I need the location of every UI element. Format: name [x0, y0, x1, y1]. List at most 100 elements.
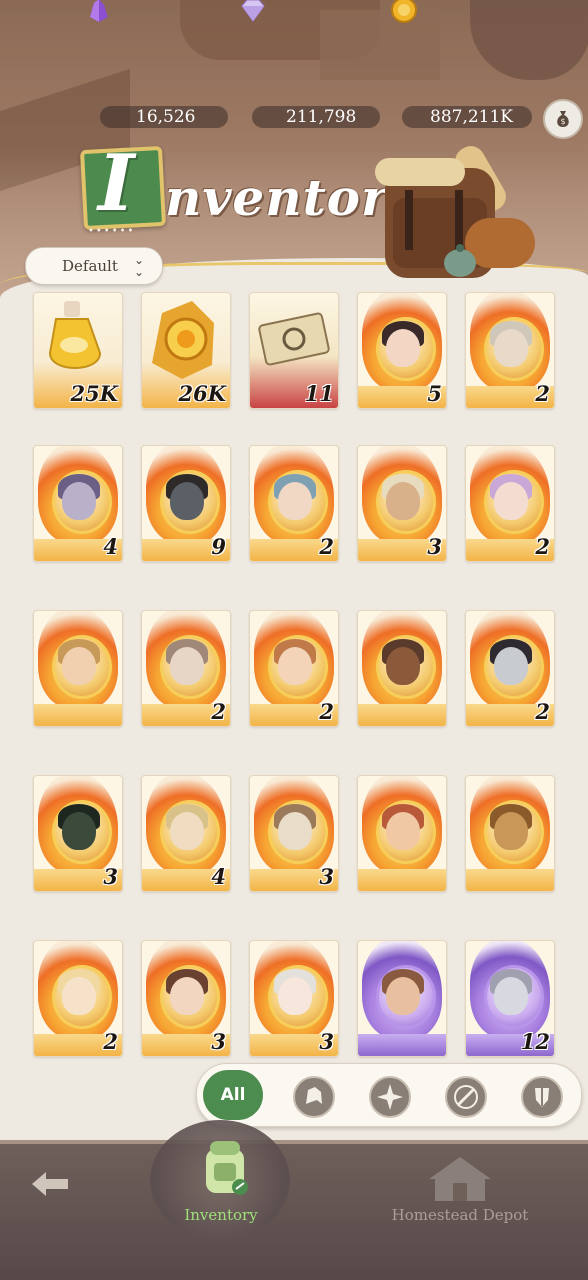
hero-card[interactable]	[33, 610, 123, 727]
sort-dropdown[interactable]: Default ⌄ ⌄	[25, 247, 163, 285]
hero-card[interactable]: 2	[249, 610, 339, 727]
filter-all-button[interactable]: All	[203, 1070, 263, 1120]
hero-card[interactable]: 2	[465, 292, 555, 409]
item-quantity: 3	[211, 1029, 226, 1054]
item-card[interactable]: 26K	[141, 292, 231, 409]
nav-inventory-tab[interactable]: Inventory	[175, 1206, 267, 1224]
currency-diamond[interactable]: 211,798	[252, 106, 380, 128]
item-quantity: 2	[319, 699, 334, 724]
hero-card[interactable]	[357, 610, 447, 727]
item-quantity: 4	[211, 864, 226, 889]
currency-crystal[interactable]: 16,526	[100, 106, 228, 128]
back-button[interactable]	[28, 1168, 72, 1209]
item-quantity: 26K	[178, 381, 226, 406]
item-quantity: 2	[211, 699, 226, 724]
title-initial: I	[98, 138, 135, 229]
money-bag-button[interactable]: $	[543, 99, 583, 139]
hero-card[interactable]	[357, 775, 447, 892]
hero-portrait	[386, 977, 420, 1015]
hero-portrait	[170, 812, 204, 850]
filter-mage-button[interactable]	[369, 1076, 411, 1118]
nav-homestead-depot-tab[interactable]: Homestead Depot	[390, 1206, 530, 1224]
hero-card[interactable]	[465, 775, 555, 892]
item-quantity: 4	[103, 534, 118, 559]
gold-coin-icon	[391, 0, 417, 23]
hero-portrait	[170, 482, 204, 520]
item-card[interactable]: 11	[249, 292, 339, 409]
svg-text:$: $	[560, 117, 565, 126]
item-quantity: 2	[319, 534, 334, 559]
hero-portrait	[62, 482, 96, 520]
item-quantity: 3	[319, 1029, 334, 1054]
homestead-depot-icon[interactable]	[425, 1155, 495, 1203]
item-quantity: 3	[319, 864, 334, 889]
hero-portrait	[386, 329, 420, 367]
hero-card[interactable]: 2	[33, 940, 123, 1057]
inventory-tab-icon[interactable]	[200, 1137, 250, 1199]
hero-card[interactable]	[357, 940, 447, 1057]
chevron-double-down-icon: ⌄ ⌄	[134, 253, 145, 279]
backpack-icon	[375, 146, 535, 278]
filter-warrior-button[interactable]	[293, 1076, 335, 1118]
sort-label: Default	[62, 257, 118, 275]
crossed-blades-icon	[454, 1085, 478, 1109]
hero-card[interactable]: 5	[357, 292, 447, 409]
purple-crystal-icon	[90, 0, 108, 22]
item-quantity: 3	[103, 864, 118, 889]
shield-sword-icon	[535, 1086, 549, 1107]
hero-card[interactable]: 2	[465, 610, 555, 727]
gold-amount: 887,211K	[430, 107, 513, 127]
hero-card[interactable]: 3	[141, 940, 231, 1057]
diamond-icon	[241, 0, 265, 22]
hero-portrait	[386, 647, 420, 685]
potion-bottle-icon	[48, 301, 102, 369]
item-quantity: 9	[211, 534, 226, 559]
hero-portrait	[62, 647, 96, 685]
filter-support-button[interactable]	[445, 1076, 487, 1118]
hero-card[interactable]: 3	[249, 940, 339, 1057]
item-quantity: 2	[535, 699, 550, 724]
hero-portrait	[62, 977, 96, 1015]
item-quantity: 11	[304, 381, 334, 406]
hero-card[interactable]: 3	[249, 775, 339, 892]
diamond-amount: 211,798	[286, 107, 357, 127]
item-quantity: 5	[427, 381, 442, 406]
item-card[interactable]: 25K	[33, 292, 123, 409]
hero-card[interactable]: 2	[465, 445, 555, 562]
hero-card[interactable]: 2	[249, 445, 339, 562]
hero-card[interactable]: 3	[33, 775, 123, 892]
hero-portrait	[278, 812, 312, 850]
hero-portrait	[494, 647, 528, 685]
item-quantity: 2	[535, 534, 550, 559]
hero-portrait	[278, 482, 312, 520]
hero-portrait	[278, 647, 312, 685]
warrior-helmet-icon	[306, 1087, 322, 1104]
hero-portrait	[62, 812, 96, 850]
hero-card[interactable]: 9	[141, 445, 231, 562]
hero-card[interactable]: 4	[33, 445, 123, 562]
filter-bar: All	[196, 1063, 582, 1127]
item-quantity: 2	[535, 381, 550, 406]
hero-card[interactable]: 4	[141, 775, 231, 892]
hero-portrait	[170, 977, 204, 1015]
hero-portrait	[494, 329, 528, 367]
compass-star-icon	[377, 1084, 403, 1110]
hero-card[interactable]: 3	[357, 445, 447, 562]
hero-portrait	[494, 977, 528, 1015]
item-quantity: 2	[103, 1029, 118, 1054]
crystal-amount: 16,526	[136, 107, 196, 127]
hero-portrait	[170, 647, 204, 685]
currency-gold[interactable]: 887,211K	[402, 106, 532, 128]
title-dots: ••••••	[88, 226, 136, 237]
item-quantity: 12	[520, 1029, 550, 1054]
hero-card[interactable]: 12	[465, 940, 555, 1057]
back-arrow-icon	[32, 1172, 68, 1196]
item-quantity: 25K	[70, 381, 118, 406]
hero-portrait	[386, 482, 420, 520]
hero-card[interactable]: 2	[141, 610, 231, 727]
hero-portrait	[494, 812, 528, 850]
hero-portrait	[386, 812, 420, 850]
hero-portrait	[494, 482, 528, 520]
filter-tank-button[interactable]	[521, 1076, 563, 1118]
item-quantity: 3	[427, 534, 442, 559]
